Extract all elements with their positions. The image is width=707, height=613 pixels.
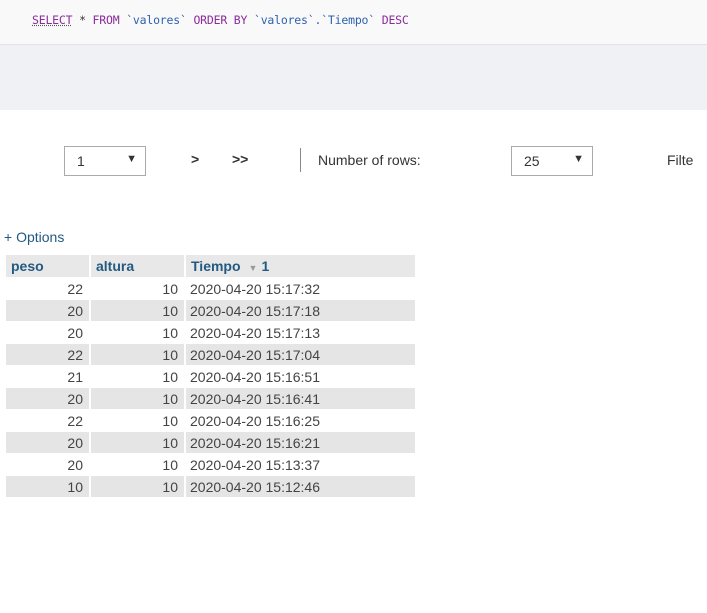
- cell-tiempo: 2020-04-20 15:12:46: [186, 476, 415, 497]
- sql-keyword-select[interactable]: SELECT: [32, 13, 73, 27]
- sql-star: *: [79, 13, 86, 27]
- cell-tiempo: 2020-04-20 15:16:51: [186, 366, 415, 387]
- cell-peso: 20: [6, 322, 89, 343]
- rows-select-value: 25: [524, 153, 540, 169]
- page-select[interactable]: 1 ▼: [64, 146, 146, 176]
- cell-altura: 10: [91, 410, 184, 431]
- sql-keyword-from: FROM: [92, 13, 120, 27]
- cell-altura: 10: [91, 366, 184, 387]
- sort-order-index: 1: [261, 258, 270, 274]
- cell-altura: 10: [91, 278, 184, 299]
- cell-peso: 22: [6, 410, 89, 431]
- cell-tiempo: 2020-04-20 15:13:37: [186, 454, 415, 475]
- sql-query-box: SELECT * FROM `valores` ORDER BY `valore…: [0, 0, 707, 110]
- results-table: peso altura Tiempo ▼ 1 22 10 2020-04-20 15:1…: [4, 254, 417, 498]
- nav-divider: [300, 148, 301, 172]
- table-row[interactable]: 22 10 2020-04-20 15:16:25: [6, 410, 415, 431]
- page-select-value: 1: [77, 153, 85, 169]
- cell-tiempo: 2020-04-20 15:16:25: [186, 410, 415, 431]
- chevron-down-icon: ▼: [573, 153, 584, 165]
- cell-altura: 10: [91, 300, 184, 321]
- cell-altura: 10: [91, 344, 184, 365]
- cell-altura: 10: [91, 388, 184, 409]
- cell-tiempo: 2020-04-20 15:17:32: [186, 278, 415, 299]
- table-row[interactable]: 20 10 2020-04-20 15:16:21: [6, 432, 415, 453]
- column-header-label: altura: [96, 258, 135, 274]
- sql-order-column: `valores`.`Tiempo`: [253, 13, 375, 27]
- cell-peso: 20: [6, 454, 89, 475]
- sort-desc-icon: ▼: [248, 263, 258, 273]
- table-row[interactable]: 20 10 2020-04-20 15:16:41: [6, 388, 415, 409]
- cell-peso: 10: [6, 476, 89, 497]
- options-link[interactable]: + Options: [4, 229, 64, 245]
- table-row[interactable]: 20 10 2020-04-20 15:13:37: [6, 454, 415, 475]
- column-header-altura[interactable]: altura: [91, 255, 184, 277]
- cell-tiempo: 2020-04-20 15:16:41: [186, 388, 415, 409]
- sql-keyword-order-by: ORDER BY: [193, 13, 248, 27]
- cell-altura: 10: [91, 432, 184, 453]
- column-header-peso[interactable]: peso: [6, 255, 89, 277]
- table-row[interactable]: 20 10 2020-04-20 15:17:13: [6, 322, 415, 343]
- column-header-tiempo[interactable]: Tiempo ▼ 1: [186, 255, 415, 277]
- sql-table-name: `valores`: [126, 13, 187, 27]
- last-page-button[interactable]: >>: [232, 151, 248, 167]
- table-row[interactable]: 22 10 2020-04-20 15:17:04: [6, 344, 415, 365]
- cell-tiempo: 2020-04-20 15:17:04: [186, 344, 415, 365]
- cell-peso: 22: [6, 344, 89, 365]
- table-row[interactable]: 21 10 2020-04-20 15:16:51: [6, 366, 415, 387]
- cell-peso: 22: [6, 278, 89, 299]
- column-header-label: peso: [11, 258, 44, 274]
- cell-tiempo: 2020-04-20 15:17:18: [186, 300, 415, 321]
- cell-peso: 20: [6, 388, 89, 409]
- pagination-bar: 1 ▼ > >> Number of rows: 25 ▼ Filte: [0, 140, 707, 186]
- cell-peso: 20: [6, 432, 89, 453]
- cell-altura: 10: [91, 322, 184, 343]
- table-row[interactable]: 10 10 2020-04-20 15:12:46: [6, 476, 415, 497]
- sql-query-text: SELECT * FROM `valores` ORDER BY `valore…: [32, 13, 409, 27]
- rows-label: Number of rows:: [318, 152, 421, 168]
- sql-query-line: SELECT * FROM `valores` ORDER BY `valore…: [0, 0, 707, 45]
- cell-peso: 20: [6, 300, 89, 321]
- chevron-down-icon: ▼: [126, 153, 137, 165]
- cell-tiempo: 2020-04-20 15:17:13: [186, 322, 415, 343]
- table-header-row: peso altura Tiempo ▼ 1: [6, 255, 415, 277]
- cell-peso: 21: [6, 366, 89, 387]
- filter-label: Filte: [667, 152, 694, 168]
- column-header-label: Tiempo: [191, 258, 241, 274]
- cell-altura: 10: [91, 454, 184, 475]
- next-page-button[interactable]: >: [191, 151, 199, 167]
- sql-keyword-desc: DESC: [381, 13, 409, 27]
- cell-altura: 10: [91, 476, 184, 497]
- rows-per-page-select[interactable]: 25 ▼: [511, 146, 593, 176]
- cell-tiempo: 2020-04-20 15:16:21: [186, 432, 415, 453]
- table-row[interactable]: 20 10 2020-04-20 15:17:18: [6, 300, 415, 321]
- table-row[interactable]: 22 10 2020-04-20 15:17:32: [6, 278, 415, 299]
